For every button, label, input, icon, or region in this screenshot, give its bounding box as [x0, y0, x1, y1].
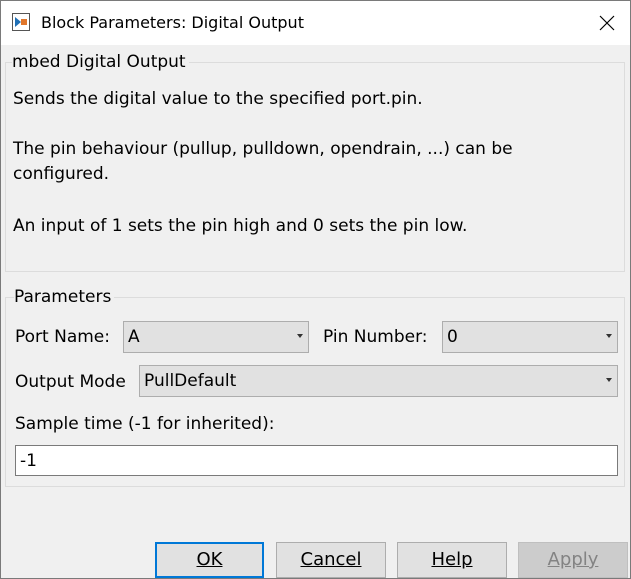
parameters-legend: Parameters	[14, 286, 115, 308]
port-name-select[interactable]: A	[123, 321, 309, 353]
block-parameters-dialog: Block Parameters: Digital Output mbed Di…	[0, 0, 631, 579]
output-mode-value: PullDefault	[144, 371, 237, 391]
description-line-2: The pin behaviour (pullup, pulldown, ope…	[13, 139, 513, 159]
pin-number-select[interactable]: 0	[442, 321, 618, 353]
sample-time-input[interactable]	[16, 446, 617, 475]
ok-button[interactable]: OK	[155, 542, 264, 578]
chevron-down-icon	[606, 334, 612, 338]
sample-time-field[interactable]	[15, 445, 618, 476]
description-line-3: configured.	[13, 164, 110, 184]
chevron-down-icon	[606, 378, 612, 382]
title-bar: Block Parameters: Digital Output	[1, 1, 630, 45]
simulink-block-icon	[12, 13, 30, 31]
description-legend: mbed Digital Output	[12, 51, 189, 73]
cancel-button[interactable]: Cancel	[276, 542, 386, 578]
close-icon	[599, 15, 615, 31]
port-name-label: Port Name:	[15, 327, 110, 347]
sample-time-label: Sample time (-1 for inherited):	[15, 414, 275, 434]
output-mode-select[interactable]: PullDefault	[139, 365, 618, 397]
close-button[interactable]	[584, 1, 630, 45]
help-button[interactable]: Help	[397, 542, 507, 578]
output-mode-label: Output Mode	[15, 372, 126, 392]
port-name-value: A	[128, 327, 140, 347]
chevron-down-icon	[297, 334, 303, 338]
pin-number-label: Pin Number:	[323, 327, 428, 347]
description-line-4: An input of 1 sets the pin high and 0 se…	[13, 216, 468, 236]
apply-button[interactable]: Apply	[518, 542, 628, 578]
pin-number-value: 0	[447, 327, 458, 347]
description-line-1: Sends the digital value to the specified…	[13, 89, 423, 109]
window-title: Block Parameters: Digital Output	[41, 13, 304, 32]
